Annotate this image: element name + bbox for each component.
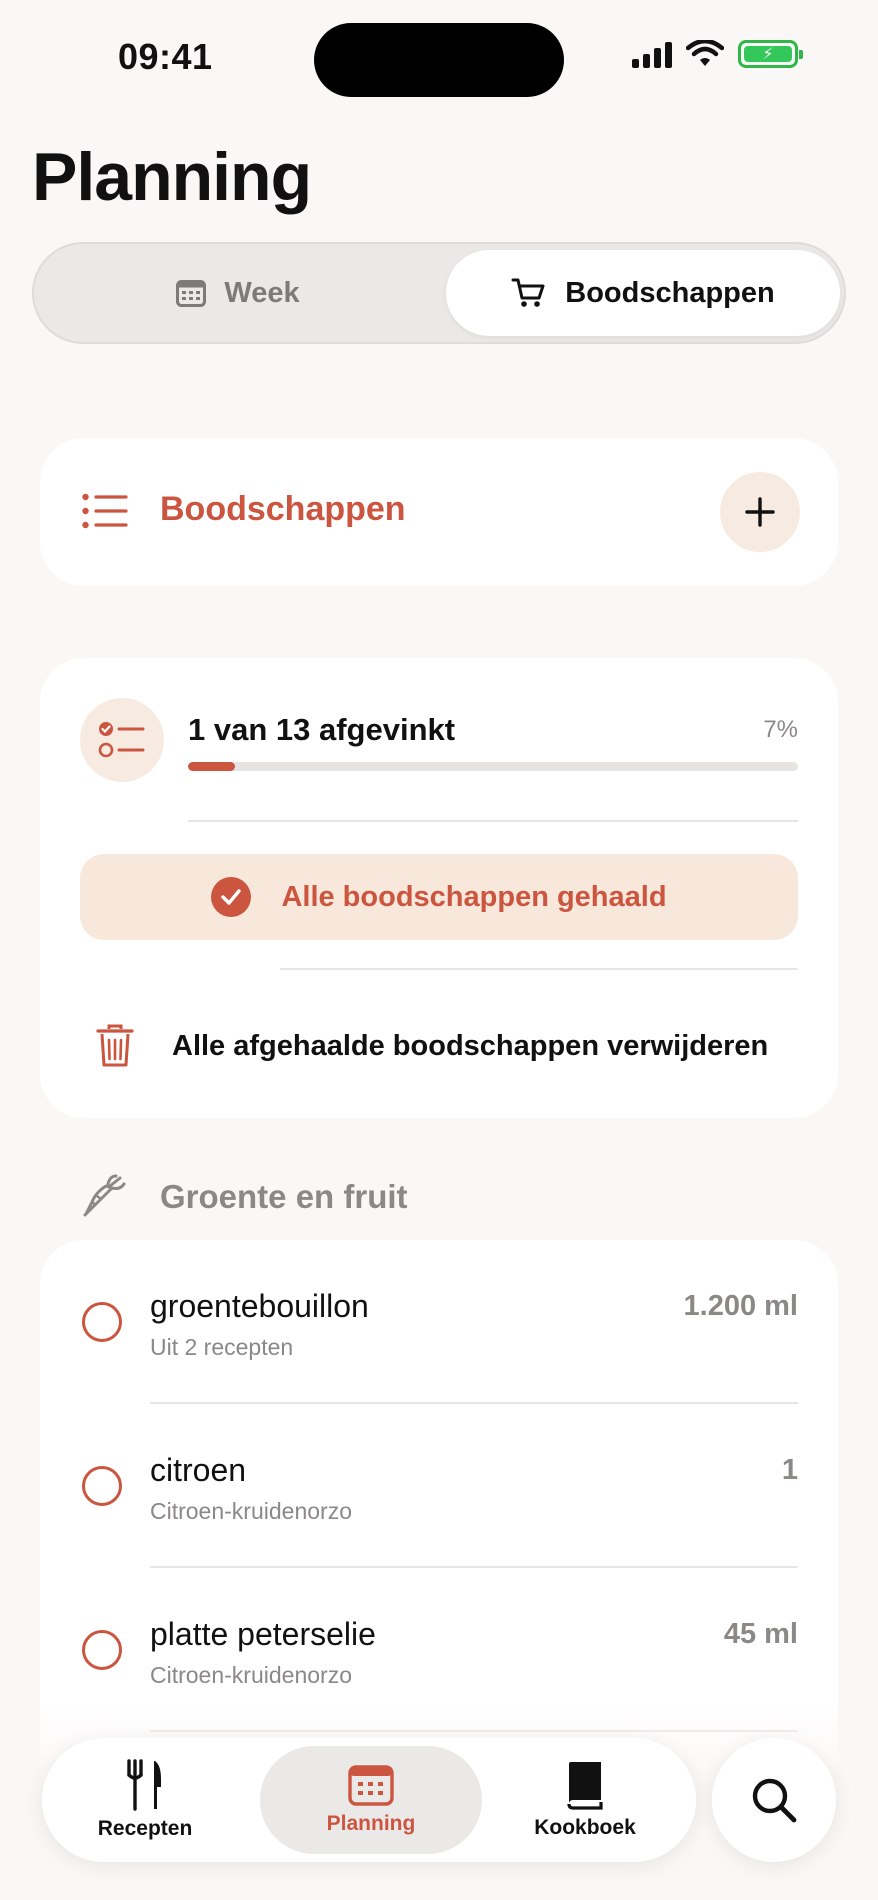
list-icon — [82, 493, 128, 529]
section-title: Groente en fruit — [160, 1178, 408, 1215]
divider — [188, 820, 798, 822]
checkmark-circle-icon — [211, 877, 252, 917]
shopping-list-title: Boodschappen — [160, 490, 406, 528]
all-done-button[interactable]: Alle boodschappen gehaald — [80, 854, 798, 940]
progress-card: 1 van 13 afgevinkt 7% Alle boodschappen … — [40, 658, 838, 1118]
progress-percent: 7% — [763, 716, 798, 743]
search-button[interactable] — [712, 1738, 836, 1862]
tab-kookboek[interactable]: Kookboek — [482, 1746, 688, 1854]
tab-recepten[interactable]: Recepten — [42, 1746, 248, 1854]
calendar-icon — [176, 280, 207, 307]
plus-icon — [745, 497, 775, 527]
checklist-icon — [98, 722, 145, 758]
page-title: Planning — [32, 139, 312, 215]
all-done-label: Alle boodschappen gehaald — [281, 880, 667, 913]
progress-bar-fill — [188, 762, 235, 771]
segment-shopping-label: Boodschappen — [565, 276, 775, 309]
segment-week-label: Week — [224, 276, 300, 309]
item-source: Citroen-kruidenorzo — [150, 1498, 352, 1524]
search-icon — [752, 1778, 797, 1823]
checkbox-circle[interactable] — [82, 1302, 122, 1342]
delete-checked-button[interactable]: Alle afgehaalde boodschappen verwijderen — [172, 1030, 768, 1063]
book-icon — [567, 1762, 603, 1810]
calendar-icon — [348, 1765, 394, 1806]
item-quantity: 1.200 ml — [683, 1290, 798, 1322]
battery-icon: ⚡ — [738, 40, 803, 68]
tab-recepten-label: Recepten — [97, 1817, 193, 1840]
segment-shopping[interactable]: Boodschappen — [446, 250, 840, 336]
item-source: Uit 2 recepten — [150, 1334, 294, 1360]
item-name: groentebouillon — [150, 1288, 369, 1324]
shopping-list-header-card[interactable]: Boodschappen — [40, 438, 838, 586]
item-quantity: 45 ml — [723, 1618, 798, 1650]
wifi-icon — [686, 40, 724, 66]
carrot-icon — [83, 1174, 126, 1217]
trash-icon — [96, 1024, 134, 1067]
list-item[interactable]: citroen Citroen-kruidenorzo 1 — [40, 1404, 838, 1568]
status-time: 09:41 — [118, 36, 213, 77]
item-name: platte peterselie — [150, 1616, 376, 1652]
status-icons: ⚡ — [632, 40, 803, 68]
fork-knife-icon — [127, 1759, 161, 1811]
tab-planning[interactable]: Planning — [260, 1746, 482, 1854]
add-item-button[interactable] — [720, 472, 800, 552]
cellular-signal-icon — [632, 40, 672, 68]
checkbox-circle[interactable] — [82, 1630, 122, 1670]
tab-planning-label: Planning — [326, 1812, 416, 1835]
item-name: citroen — [150, 1452, 247, 1488]
progress-text: 1 van 13 afgevinkt — [188, 712, 456, 747]
segment-week[interactable]: Week — [40, 250, 436, 336]
divider — [280, 968, 798, 970]
tab-bar: Recepten Planning Kookboek — [42, 1738, 696, 1862]
list-item[interactable]: groentebouillon Uit 2 recepten 1.200 ml — [40, 1240, 838, 1404]
view-segmented-control: Week Boodschappen — [32, 242, 846, 344]
checkbox-circle[interactable] — [82, 1466, 122, 1506]
item-source: Citroen-kruidenorzo — [150, 1662, 352, 1688]
tab-kookboek-label: Kookboek — [534, 1816, 636, 1839]
progress-bar — [188, 762, 798, 771]
dynamic-island — [314, 23, 564, 97]
item-quantity: 1 — [781, 1454, 798, 1486]
checklist-icon-badge — [80, 698, 164, 782]
cart-icon — [511, 278, 545, 307]
